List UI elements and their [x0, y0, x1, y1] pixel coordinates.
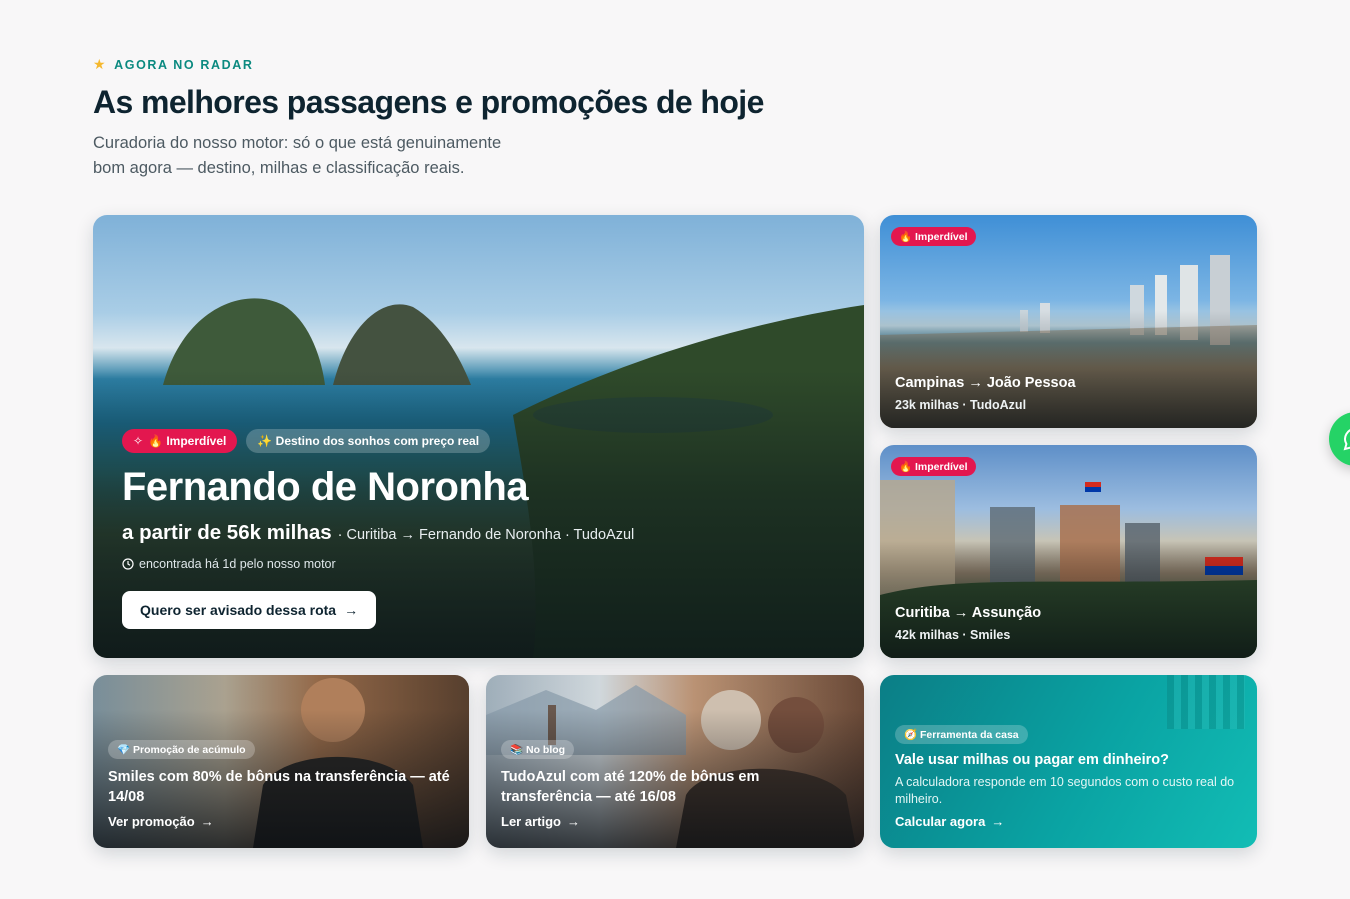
hot-badge-label: 🔥 Imperdível [148, 434, 227, 448]
blog-badge: 📚 No blog [501, 740, 575, 759]
star-icon: ★ [93, 56, 108, 72]
deal-card-campinas-joao-pessoa[interactable]: 🔥 Imperdível Campinas → João Pessoa 23k … [880, 215, 1257, 428]
blog-link[interactable]: Ler artigo → [501, 814, 580, 829]
hot-badge: 🔥 Imperdível [891, 457, 976, 476]
section-eyebrow: ★ AGORA NO RADAR [93, 56, 253, 73]
hot-badge: 🔥 Imperdível [891, 227, 976, 246]
arrow-right-icon: → [200, 814, 214, 829]
hero-destination: Fernando de Noronha [122, 465, 529, 509]
blog-link-label: Ler artigo [501, 814, 561, 829]
hero-card-fernando-de-noronha[interactable]: ✧ 🔥 Imperdível ✨ Destino dos sonhos com … [93, 215, 864, 658]
notify-route-button[interactable]: Quero ser avisado dessa rota → [122, 591, 377, 629]
promo-link[interactable]: Ver promoção → [108, 814, 214, 829]
page-title: As melhores passagens e promoções de hoj… [93, 84, 764, 120]
promo-title: Smiles com 80% de bônus na transferência… [108, 769, 450, 805]
calculator-deco [1167, 675, 1245, 729]
tool-desc: A calculadora responde em 10 segundos co… [895, 775, 1235, 806]
route-meta: 42k milhas · Smiles [895, 628, 1011, 642]
clock-icon [122, 558, 134, 570]
hero-badges: ✧ 🔥 Imperdível ✨ Destino dos sonhos com … [122, 429, 491, 453]
eyebrow-label: AGORA NO RADAR [114, 57, 254, 72]
section-lead: Curadoria do nosso motor: só o que está … [93, 134, 502, 177]
hero-price: a partir de 56k milhas · Curitiba → Fern… [122, 521, 634, 545]
sparkle-icon: ✧ [133, 434, 144, 448]
route-title: Campinas → João Pessoa [895, 375, 1076, 391]
blog-title: TudoAzul com até 120% de bônus em transf… [501, 769, 760, 805]
promo-link-label: Ver promoção [108, 814, 195, 829]
route-meta: 23k milhas · TudoAzul [895, 398, 1027, 412]
arrow-right-icon: → [991, 814, 1005, 829]
arrow-right-icon: → [566, 814, 580, 829]
promo-card-smiles[interactable]: 💎 Promoção de acúmulo Smiles com 80% de … [93, 675, 469, 848]
hot-badge: ✧ 🔥 Imperdível [122, 429, 238, 453]
tool-card-calculator[interactable]: 🧭 Ferramenta da casa Vale usar milhas ou… [880, 675, 1257, 848]
tool-title: Vale usar milhas ou pagar em dinheiro? [895, 752, 1169, 768]
hero-price-value: a partir de 56k milhas [122, 521, 332, 544]
promo-badge: 💎 Promoção de acúmulo [108, 740, 255, 759]
whatsapp-button[interactable] [1329, 412, 1350, 466]
route-title: Curitiba → Assunção [895, 605, 1042, 621]
tool-link-label: Calcular agora [895, 814, 986, 829]
hero-found: encontrada há 1d pelo nosso motor [122, 557, 336, 571]
whatsapp-icon [1343, 429, 1350, 451]
blog-card-tudoazul[interactable]: 📚 No blog TudoAzul com até 120% de bônus… [486, 675, 864, 848]
arrow-right-icon: → [344, 602, 359, 618]
deal-card-curitiba-assuncao[interactable]: 🔥 Imperdível Curitiba → Assunção 42k mil… [880, 445, 1257, 658]
notify-route-label: Quero ser avisado dessa rota [140, 602, 337, 618]
side-overlay [880, 445, 1257, 658]
tag-badge: ✨ Destino dos sonhos com preço real [246, 429, 491, 453]
side-overlay [880, 215, 1257, 428]
tool-link[interactable]: Calcular agora → [895, 814, 1004, 829]
hero-route: · Curitiba → Fernando de Noronha · TudoA… [337, 527, 635, 543]
hero-found-text: encontrada há 1d pelo nosso motor [139, 557, 336, 571]
tool-badge: 🧭 Ferramenta da casa [895, 725, 1028, 744]
